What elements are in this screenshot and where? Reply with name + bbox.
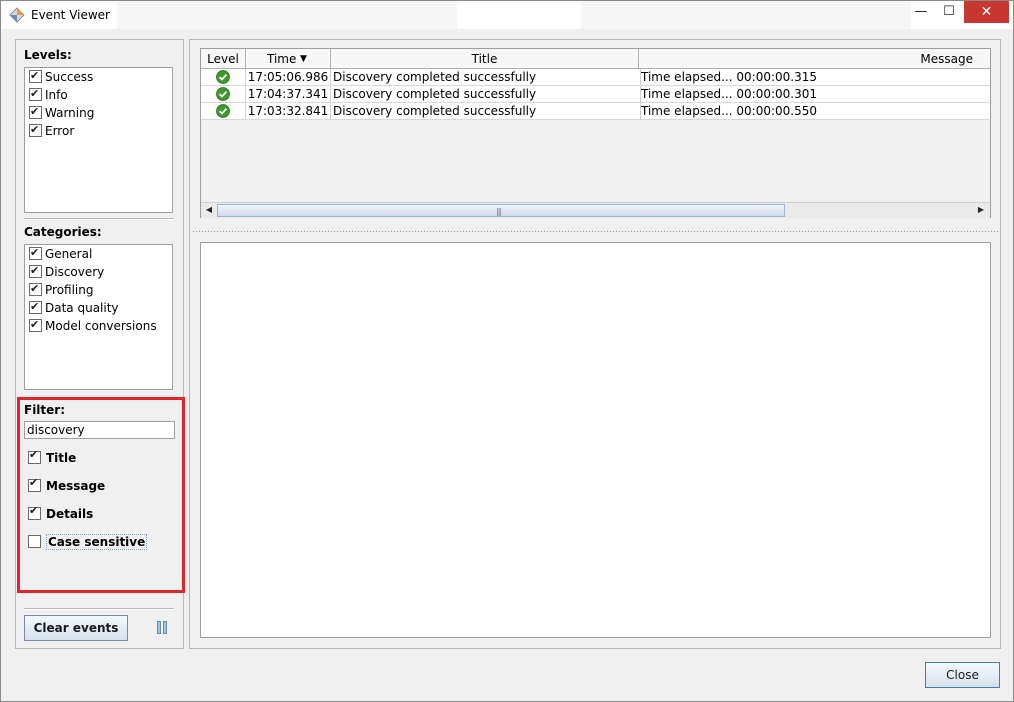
categories-label: Categories: [24,225,102,239]
category-item-discovery[interactable]: Discovery [25,262,172,281]
title-cell: Discovery completed successfully [331,86,641,102]
title-bar: Event Viewer — ☐ ✕ [1,1,1013,29]
level-item-success[interactable]: Success [25,67,172,86]
clear-events-button[interactable]: Clear events [24,615,128,641]
title-bar-blank-area-2 [581,1,911,29]
level-cell [201,86,246,102]
success-check-icon [216,70,230,84]
split-pane-divider[interactable] [192,230,998,234]
category-item-model-conversions[interactable]: Model conversions [25,316,172,335]
time-cell: 17:04:37.341 [246,86,331,102]
column-header-level[interactable]: Level [201,49,246,68]
checkbox-icon[interactable] [29,85,42,103]
checkbox-icon[interactable] [29,121,42,139]
event-viewer-window: Event Viewer — ☐ ✕ Levels: Success Info … [0,0,1014,702]
maximize-button[interactable]: ☐ [936,1,962,23]
sort-descending-icon: ▼ [300,54,307,64]
title-cell: Discovery completed successfully [331,103,641,119]
checkbox-icon[interactable] [29,244,42,262]
checkbox-icon[interactable] [29,67,42,85]
level-cell [201,69,246,85]
table-body: 17:05:06.986 Discovery completed success… [201,69,990,120]
time-cell: 17:05:06.986 [246,69,331,85]
checkbox-icon[interactable] [29,103,42,121]
level-item-warning[interactable]: Warning [25,103,172,122]
checkbox-icon[interactable] [29,298,42,316]
success-check-icon [216,104,230,118]
level-item-info[interactable]: Info [25,85,172,104]
checkbox-icon[interactable] [29,316,42,334]
category-item-profiling[interactable]: Profiling [25,280,172,299]
minimize-button[interactable]: — [906,1,936,23]
levels-list: Success Info Warning Error [24,67,173,213]
levels-label: Levels: [24,48,72,62]
scroll-right-icon[interactable]: ▶ [974,204,988,216]
window-title: Event Viewer [31,8,110,22]
scroll-left-icon[interactable]: ◀ [202,204,216,216]
section-divider [24,608,174,610]
checkbox-icon[interactable] [29,280,42,298]
message-cell: Time elapsed... 00:00:00.315 [641,70,817,84]
section-divider [24,218,174,220]
scroll-thumb[interactable]: ||| [217,204,785,217]
pause-icon[interactable] [157,621,167,634]
time-cell: 17:03:32.841 [246,103,331,119]
success-check-icon [216,87,230,101]
table-row[interactable]: 17:03:32.841 Discovery completed success… [201,103,990,120]
grip-icon: ||| [496,207,502,216]
table-header: Level Time ▼ Title Message [201,49,990,69]
app-logo-icon [9,7,25,23]
close-button[interactable]: Close [925,662,1000,688]
horizontal-scrollbar[interactable]: ◀ ||| ▶ [201,202,990,218]
column-header-message[interactable]: Message [639,49,973,68]
close-window-button[interactable]: ✕ [964,1,1009,23]
level-item-error[interactable]: Error [25,121,172,140]
table-row[interactable]: 17:05:06.986 Discovery completed success… [201,69,990,86]
category-item-data-quality[interactable]: Data quality [25,298,172,317]
column-header-time[interactable]: Time ▼ [246,49,331,68]
column-header-title[interactable]: Title [331,49,639,68]
filter-highlight-frame [17,397,185,593]
table-row[interactable]: 17:04:37.341 Discovery completed success… [201,86,990,103]
events-table: Level Time ▼ Title Message 17:05:06.986 … [200,48,991,218]
checkbox-icon[interactable] [29,262,42,280]
level-cell [201,103,246,119]
events-panel: Level Time ▼ Title Message 17:05:06.986 … [189,39,1001,649]
message-cell: Time elapsed... 00:00:00.550 [641,104,817,118]
title-bar-blank-area [117,1,457,29]
event-details-pane [200,242,991,638]
message-cell: Time elapsed... 00:00:00.301 [641,87,817,101]
category-item-general[interactable]: General [25,244,172,263]
categories-list: General Discovery Profiling Data quality… [24,244,173,390]
title-cell: Discovery completed successfully [331,69,641,85]
